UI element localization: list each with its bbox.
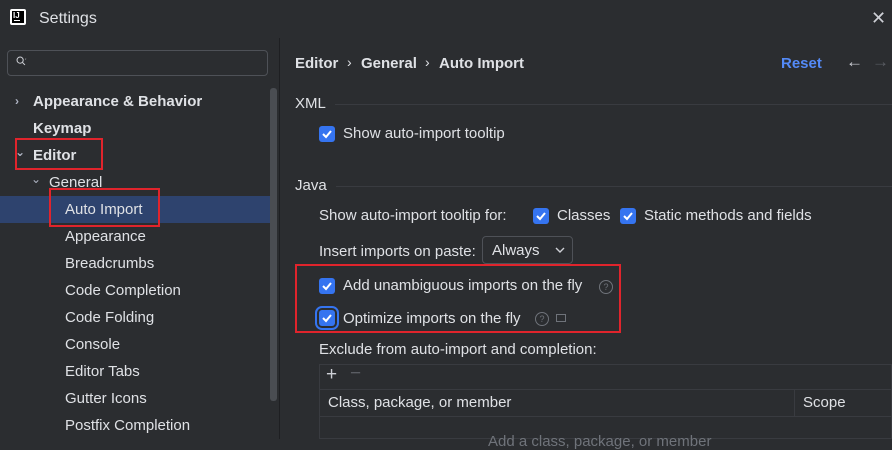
tree-item-code-folding[interactable]: Code Folding — [0, 304, 279, 331]
forward-arrow-icon[interactable]: → — [872, 52, 889, 72]
highlight-box-auto-import — [49, 188, 160, 227]
sidebar-scrollbar[interactable] — [270, 88, 277, 401]
remove-icon[interactable]: − — [350, 363, 361, 385]
settings-sidebar: › Appearance & Behavior Keymap ⌄ Editor … — [0, 38, 279, 439]
xml-show-tooltip-label[interactable]: Show auto-import tooltip — [343, 125, 505, 142]
check-icon — [322, 130, 332, 139]
tree-item-label: Gutter Icons — [65, 390, 147, 407]
section-divider — [335, 104, 892, 105]
breadcrumb-general[interactable]: General — [361, 55, 417, 72]
table-empty-text[interactable]: Add a class, package, or member — [488, 433, 711, 450]
tree-item-label: Appearance — [65, 228, 146, 245]
close-icon[interactable]: ✕ — [871, 8, 886, 29]
tree-item-label: Editor Tabs — [65, 363, 140, 380]
check-icon — [623, 212, 633, 221]
tree-item-label: Console — [65, 336, 121, 353]
column-header-scope[interactable]: Scope — [803, 389, 846, 416]
title-bar: IJ Settings ✕ — [0, 0, 892, 38]
show-tooltip-for-label: Show auto-import tooltip for: — [319, 207, 507, 224]
breadcrumb-auto-import: Auto Import — [439, 55, 524, 72]
tree-item-label: Postfix Completion — [65, 417, 191, 434]
xml-show-tooltip-checkbox[interactable] — [319, 126, 335, 142]
table-toolbar: + − — [320, 363, 891, 390]
tree-item-label: Code Folding — [65, 309, 155, 326]
tree-item-editor-tabs[interactable]: Editor Tabs — [0, 358, 279, 385]
tree-item-code-completion[interactable]: Code Completion — [0, 277, 279, 304]
header-divider — [320, 416, 891, 417]
breadcrumb-separator: › — [347, 54, 352, 70]
classes-label[interactable]: Classes — [557, 207, 610, 224]
exclude-table: + − Class, package, or member Scope Add … — [319, 363, 892, 450]
chevron-right-icon[interactable]: › — [15, 88, 19, 115]
search-input[interactable] — [38, 53, 262, 75]
search-field[interactable] — [7, 50, 268, 76]
breadcrumb-separator: › — [425, 54, 430, 70]
static-methods-checkbox[interactable] — [620, 208, 636, 224]
xml-section-title: XML — [295, 95, 326, 112]
insert-on-paste-value: Always — [492, 242, 540, 259]
highlight-box-import-options — [295, 264, 621, 333]
tree-item-console[interactable]: Console — [0, 331, 279, 358]
chevron-down-icon[interactable]: ⌄ — [31, 166, 41, 193]
intellij-logo-icon: IJ — [10, 9, 26, 25]
search-icon — [16, 56, 27, 66]
static-methods-label[interactable]: Static methods and fields — [644, 207, 812, 224]
check-icon — [536, 212, 546, 221]
chevron-down-icon — [555, 247, 565, 253]
tree-item-appearance[interactable]: Appearance — [0, 223, 279, 250]
add-icon[interactable]: + — [326, 364, 337, 386]
tree-item-label: Breadcrumbs — [65, 255, 155, 272]
insert-on-paste-label: Insert imports on paste: — [319, 243, 476, 260]
tree-item-label: Code Completion — [65, 282, 181, 299]
tree-item-appearance-behavior[interactable]: › Appearance & Behavior — [0, 88, 279, 115]
back-arrow-icon[interactable]: ← — [846, 52, 863, 72]
insert-on-paste-select[interactable]: Always — [482, 236, 573, 264]
column-separator[interactable] — [794, 389, 795, 416]
settings-content: Editor › General › Auto Import Reset ← →… — [280, 38, 892, 450]
highlight-box-editor — [15, 138, 103, 170]
classes-checkbox[interactable] — [533, 208, 549, 224]
reset-link[interactable]: Reset — [781, 55, 822, 72]
tree-item-gutter-icons[interactable]: Gutter Icons — [0, 385, 279, 412]
window-title: Settings — [39, 10, 97, 27]
exclude-label: Exclude from auto-import and completion: — [319, 341, 597, 358]
tree-item-label: Appearance & Behavior — [33, 93, 203, 110]
breadcrumb-editor[interactable]: Editor — [295, 55, 338, 72]
section-divider — [336, 186, 892, 187]
java-section-title: Java — [295, 177, 327, 194]
tree-item-breadcrumbs[interactable]: Breadcrumbs — [0, 250, 279, 277]
column-header-class[interactable]: Class, package, or member — [328, 389, 511, 416]
tree-item-postfix-completion[interactable]: Postfix Completion — [0, 412, 279, 439]
